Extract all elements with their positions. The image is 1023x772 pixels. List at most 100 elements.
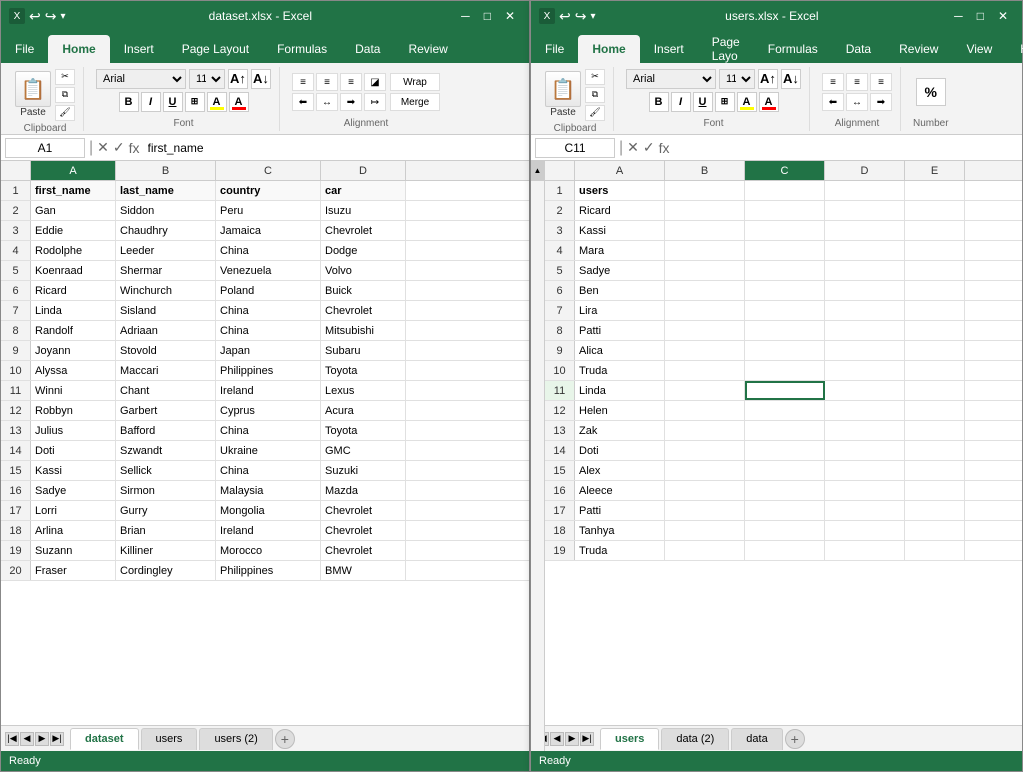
cell-C1[interactable]: country [216, 181, 321, 200]
cell-B13[interactable]: Bafford [116, 421, 216, 440]
cell-C18[interactable]: Ireland [216, 521, 321, 540]
col-header-C[interactable]: C [216, 161, 321, 180]
cell-D17-users[interactable] [825, 501, 905, 520]
sheet-nav-last[interactable]: ▶| [50, 732, 64, 746]
cell-B12[interactable]: Garbert [116, 401, 216, 420]
cell-A5[interactable]: Koenraad [31, 261, 116, 280]
cell-C7-users[interactable] [745, 301, 825, 320]
cell-B14[interactable]: Szwandt [116, 441, 216, 460]
cell-D16[interactable]: Mazda [321, 481, 406, 500]
copy-button[interactable]: ⧉ [55, 87, 75, 103]
cell-B6-users[interactable] [665, 281, 745, 300]
cell-A13-users[interactable]: Zak [575, 421, 665, 440]
tab-insert-dataset[interactable]: Insert [110, 35, 168, 63]
cell-D11[interactable]: Lexus [321, 381, 406, 400]
cell-C13-users[interactable] [745, 421, 825, 440]
cell-D1[interactable]: car [321, 181, 406, 200]
cell-ref-users[interactable] [535, 138, 615, 158]
cell-C4[interactable]: China [216, 241, 321, 260]
col-header-C-users[interactable]: C [745, 161, 825, 180]
tab-file-dataset[interactable]: File [1, 35, 48, 63]
cell-A7-users[interactable]: Lira [575, 301, 665, 320]
cell-E18-users[interactable] [905, 521, 965, 540]
cell-E3-users[interactable] [905, 221, 965, 240]
cell-C5[interactable]: Venezuela [216, 261, 321, 280]
cell-C6-users[interactable] [745, 281, 825, 300]
merge-btn[interactable]: Merge [390, 93, 440, 111]
cell-E5-users[interactable] [905, 261, 965, 280]
cell-D11-users[interactable] [825, 381, 905, 400]
cell-D9-users[interactable] [825, 341, 905, 360]
add-sheet-btn[interactable]: + [275, 729, 295, 749]
cell-A5-users[interactable]: Sadye [575, 261, 665, 280]
cell-B19-users[interactable] [665, 541, 745, 560]
cell-D14-users[interactable] [825, 441, 905, 460]
cell-C19[interactable]: Morocco [216, 541, 321, 560]
cell-E19-users[interactable] [905, 541, 965, 560]
align-left-btn[interactable]: ⬅ [292, 93, 314, 111]
cell-A11[interactable]: Winni [31, 381, 116, 400]
tab-insert-users[interactable]: Insert [640, 35, 698, 63]
cell-D7-users[interactable] [825, 301, 905, 320]
cell-A8-users[interactable]: Patti [575, 321, 665, 340]
cell-A9[interactable]: Joyann [31, 341, 116, 360]
format-painter-button-users[interactable]: 🖌 [585, 105, 605, 121]
cell-C12[interactable]: Cyprus [216, 401, 321, 420]
cell-A13[interactable]: Julius [31, 421, 116, 440]
cell-A10-users[interactable]: Truda [575, 361, 665, 380]
cell-B8-users[interactable] [665, 321, 745, 340]
paste-button[interactable]: 📋 [15, 71, 51, 107]
cell-B14-users[interactable] [665, 441, 745, 460]
cell-D14[interactable]: GMC [321, 441, 406, 460]
align-left-btn-users[interactable]: ⬅ [822, 93, 844, 111]
cell-A3-users[interactable]: Kassi [575, 221, 665, 240]
insert-function-icon-users[interactable]: fx [659, 140, 670, 156]
confirm-formula-icon-users[interactable]: ✓ [643, 139, 655, 156]
tab-data-users[interactable]: data [731, 728, 782, 750]
cell-E1-users[interactable] [905, 181, 965, 200]
cell-B3-users[interactable] [665, 221, 745, 240]
cut-button[interactable]: ✂ [55, 69, 75, 85]
cell-E6-users[interactable] [905, 281, 965, 300]
cell-E16-users[interactable] [905, 481, 965, 500]
cell-A9-users[interactable]: Alica [575, 341, 665, 360]
cell-B7-users[interactable] [665, 301, 745, 320]
cell-D18-users[interactable] [825, 521, 905, 540]
cell-C15[interactable]: China [216, 461, 321, 480]
formula-input-dataset[interactable] [144, 138, 525, 158]
cell-B1[interactable]: last_name [116, 181, 216, 200]
bold-button-users[interactable]: B [649, 92, 669, 112]
cell-C5-users[interactable] [745, 261, 825, 280]
cell-B4-users[interactable] [665, 241, 745, 260]
font-family-select-users[interactable]: Arial [626, 69, 716, 89]
cell-D8-users[interactable] [825, 321, 905, 340]
cut-button-users[interactable]: ✂ [585, 69, 605, 85]
underline-button-users[interactable]: U [693, 92, 713, 112]
cell-E13-users[interactable] [905, 421, 965, 440]
cell-B6[interactable]: Winchurch [116, 281, 216, 300]
cell-A16[interactable]: Sadye [31, 481, 116, 500]
cell-B8[interactable]: Adriaan [116, 321, 216, 340]
cell-A14-users[interactable]: Doti [575, 441, 665, 460]
cell-D13[interactable]: Toyota [321, 421, 406, 440]
cell-B7[interactable]: Sisland [116, 301, 216, 320]
sheet-nav-first[interactable]: |◀ [5, 732, 19, 746]
cell-D10-users[interactable] [825, 361, 905, 380]
cell-D9[interactable]: Subaru [321, 341, 406, 360]
cell-B15[interactable]: Sellick [116, 461, 216, 480]
cell-D2[interactable]: Isuzu [321, 201, 406, 220]
cell-C1-users[interactable] [745, 181, 825, 200]
cell-B10-users[interactable] [665, 361, 745, 380]
cell-C14-users[interactable] [745, 441, 825, 460]
cell-A17-users[interactable]: Patti [575, 501, 665, 520]
align-right-btn[interactable]: ➡ [340, 93, 362, 111]
redo-icon[interactable]: ↪ [45, 8, 57, 25]
align-center-btn[interactable]: ↔ [316, 93, 338, 111]
cell-D6[interactable]: Buick [321, 281, 406, 300]
cell-A6[interactable]: Ricard [31, 281, 116, 300]
tab-data2-users[interactable]: data (2) [661, 728, 729, 750]
cell-E10-users[interactable] [905, 361, 965, 380]
decrease-font-btn[interactable]: A↓ [251, 69, 271, 89]
cell-B1-users[interactable] [665, 181, 745, 200]
cell-C12-users[interactable] [745, 401, 825, 420]
